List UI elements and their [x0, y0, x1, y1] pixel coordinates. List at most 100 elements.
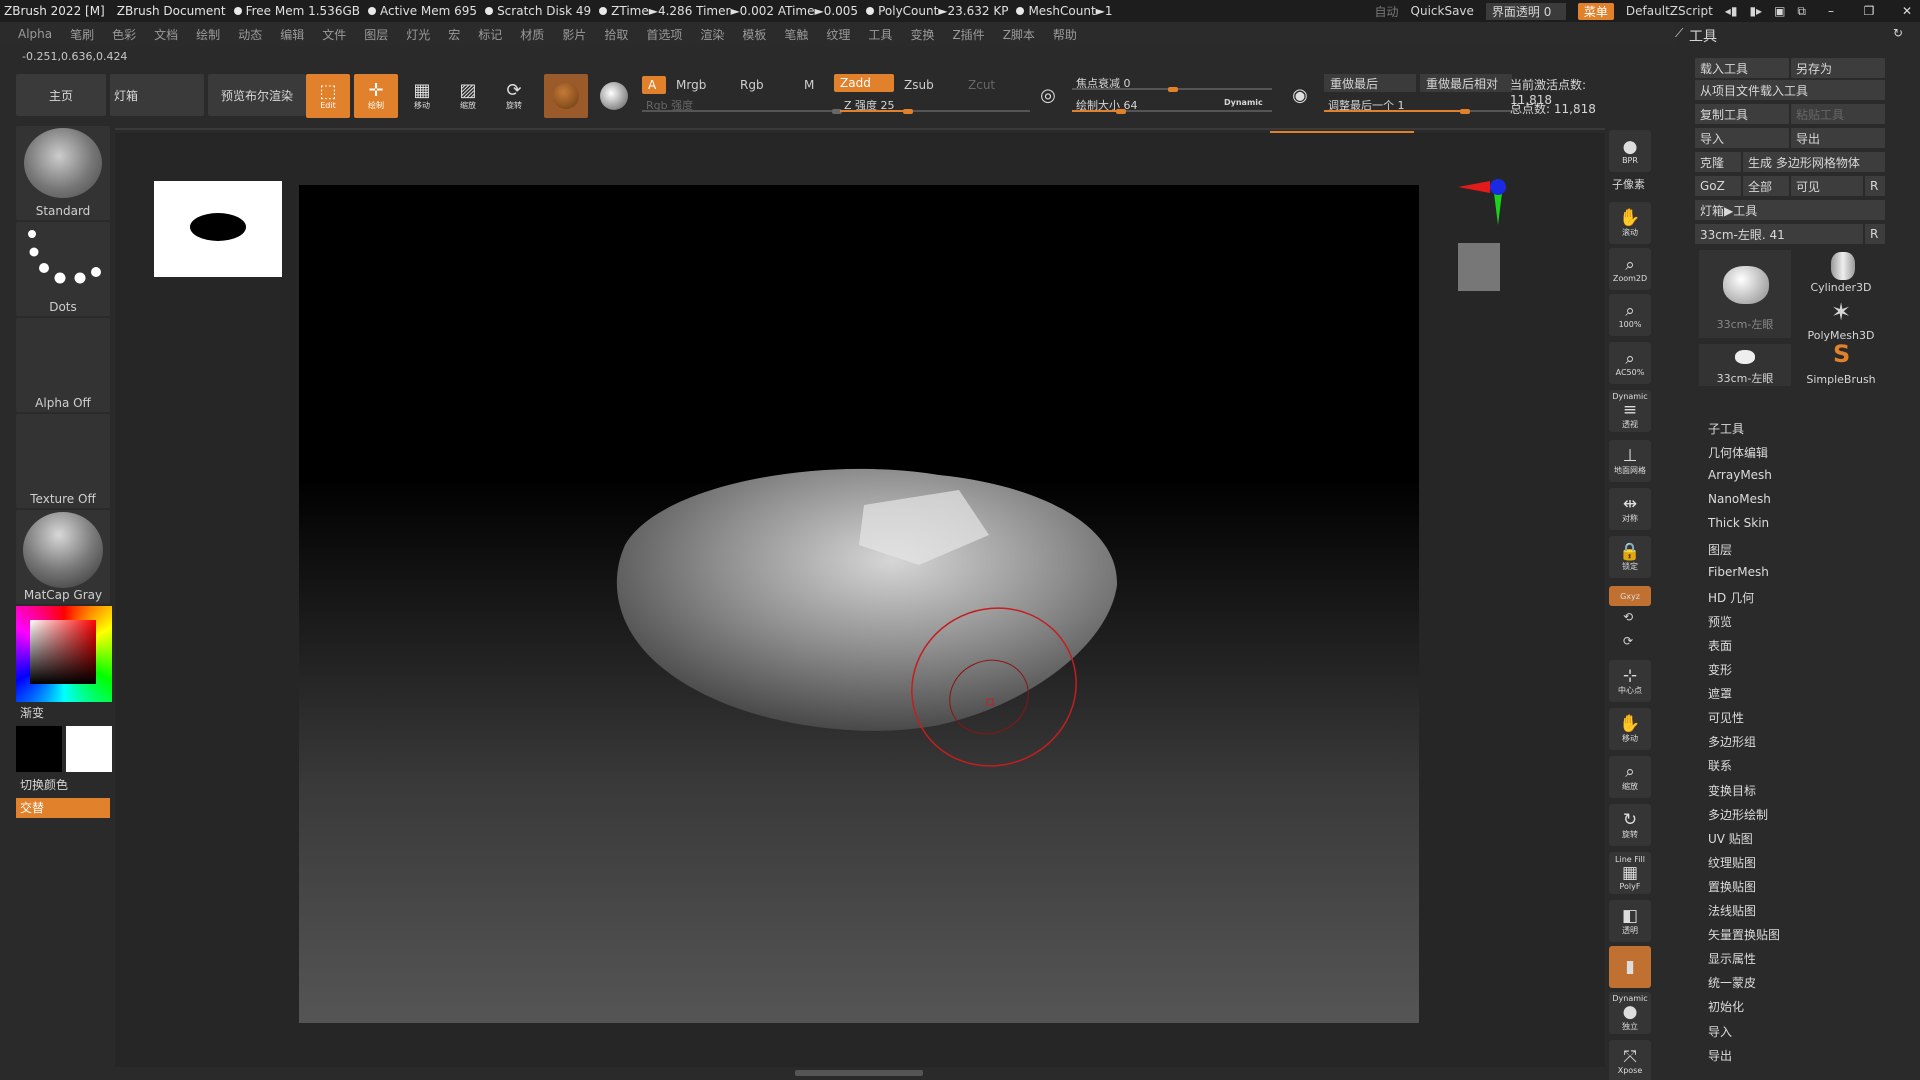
tab-bpr[interactable]: 预览布尔渲染	[208, 74, 306, 116]
gyro-button[interactable]	[592, 74, 636, 118]
stroke-selector[interactable]: Dots	[16, 222, 110, 316]
tool-subpalette-item[interactable]: 置换贴图	[1708, 878, 1756, 895]
zoom2d-button[interactable]: ⌕ Zoom2D	[1609, 248, 1651, 290]
primary-color-swatch[interactable]	[16, 726, 62, 772]
tool-subpalette-item[interactable]: 纹理贴图	[1708, 854, 1756, 871]
perspective-button[interactable]: Dynamic ≡ 透视	[1609, 390, 1651, 432]
tool-subpalette-item[interactable]: 变换目标	[1708, 782, 1756, 799]
menu-item[interactable]: 色彩	[112, 26, 136, 43]
paste-tool-button[interactable]: 粘贴工具	[1791, 104, 1885, 124]
focal-shift-slider[interactable]: 焦点衰减 0	[1072, 74, 1272, 92]
rotate-button[interactable]: ⟳ 旋转	[492, 74, 536, 118]
tool-subpalette-item[interactable]: UV 贴图	[1708, 830, 1753, 847]
menu-item[interactable]: 动态	[238, 26, 262, 43]
export-button[interactable]: 导出	[1791, 128, 1885, 148]
mrgb-button[interactable]: Mrgb	[670, 76, 730, 94]
tool-subpalette-item[interactable]: 矢量置换贴图	[1708, 926, 1780, 943]
menu-item[interactable]: 笔触	[784, 26, 808, 43]
floor-button[interactable]: ⊥ 地面网格	[1609, 440, 1651, 482]
menu-item[interactable]: 首选项	[646, 26, 682, 43]
tool-subpalette-item[interactable]: 显示属性	[1708, 950, 1756, 967]
quicksave-button[interactable]: QuickSave	[1411, 4, 1474, 18]
menu-item[interactable]: 渲染	[700, 26, 724, 43]
replay-last-button[interactable]: 重做最后	[1324, 74, 1416, 92]
tool-thumb-33cm-left-eye-2[interactable]: 33cm-左眼	[1699, 344, 1791, 386]
menu-item[interactable]: 宏	[448, 26, 460, 43]
menu-toggle-button[interactable]: 菜单	[1577, 2, 1614, 20]
tool-panel-pin-icon[interactable]: ⟋	[1675, 26, 1683, 41]
layout-toggle-icon[interactable]: ▣	[1774, 4, 1785, 18]
scale-button[interactable]: ▨ 缩放	[446, 74, 490, 118]
z-intensity-slider[interactable]: Z 强度 25	[840, 96, 1030, 114]
tool-subpalette-item[interactable]: 统一蒙皮	[1708, 974, 1756, 991]
edit-button[interactable]: ⬚ Edit	[306, 74, 350, 118]
menu-item[interactable]: 灯光	[406, 26, 430, 43]
restore-icon[interactable]: ❐	[1856, 4, 1882, 18]
menu-item[interactable]: 笔刷	[70, 26, 94, 43]
menu-item[interactable]: 编辑	[280, 26, 304, 43]
ghost-button[interactable]: ▮	[1609, 946, 1651, 988]
menu-item[interactable]: Alpha	[18, 27, 52, 41]
bottom-scroll-handle[interactable]	[795, 1070, 923, 1076]
subpixel-label[interactable]: 子像素	[1612, 176, 1645, 192]
actual-size-button[interactable]: ⌕ 100%	[1609, 294, 1651, 336]
rotate-view-button[interactable]: ↻ 旋转	[1609, 804, 1651, 846]
script-name[interactable]: DefaultZScript	[1626, 4, 1713, 18]
replay-last-rel-button[interactable]: 重做最后相对	[1420, 74, 1512, 92]
goz-button[interactable]: GoZ	[1695, 176, 1741, 196]
material-selector[interactable]: MatCap Gray	[16, 510, 110, 604]
tool-subpalette-item[interactable]: 子工具	[1708, 420, 1744, 437]
rotate-axis-icon[interactable]: ⟲	[1623, 610, 1633, 624]
move-view-button[interactable]: ✋ 移动	[1609, 708, 1651, 750]
tool-subpalette-item[interactable]: 导入	[1708, 1023, 1732, 1040]
import-button[interactable]: 导入	[1695, 128, 1789, 148]
goz-visible-button[interactable]: 可见	[1791, 176, 1863, 196]
goz-all-button[interactable]: 全部	[1743, 176, 1789, 196]
transparency-button[interactable]: ◧ 透明	[1609, 900, 1651, 942]
tool-subpalette-item[interactable]: 图层	[1708, 541, 1732, 558]
goz-r-button[interactable]: R	[1865, 176, 1885, 196]
menu-item[interactable]: 文件	[322, 26, 346, 43]
gxyz-button[interactable]: Gxyz	[1609, 586, 1651, 606]
navigation-gizmo[interactable]	[1450, 173, 1540, 293]
menu-item[interactable]: 标记	[478, 26, 502, 43]
ac50-button[interactable]: ⌕ AC50%	[1609, 342, 1651, 384]
brush-selector[interactable]: Standard	[16, 126, 110, 220]
tool-subpalette-item[interactable]: 几何体编辑	[1708, 444, 1768, 461]
move-button[interactable]: ▦ 移动	[400, 74, 444, 118]
rgb-intensity-slider[interactable]: Rgb 强度	[642, 96, 842, 114]
xpose-button[interactable]: ⤧ Xpose	[1609, 1040, 1651, 1080]
minimize-icon[interactable]: –	[1818, 4, 1844, 18]
layout-next-icon[interactable]: ▮▸	[1749, 4, 1762, 18]
menu-item[interactable]: 纹理	[826, 26, 850, 43]
frame-button[interactable]: ⊹ 中心点	[1609, 660, 1651, 702]
texture-selector[interactable]: Texture Off	[16, 414, 110, 508]
tool-subpalette-item[interactable]: 预览	[1708, 613, 1732, 630]
menu-item[interactable]: 模板	[742, 26, 766, 43]
dynamic-size-button[interactable]: ◉	[1278, 74, 1322, 118]
color-picker-square[interactable]	[30, 620, 96, 684]
layout-swap-icon[interactable]: ⧉	[1797, 4, 1806, 19]
tool-thumb-simplebrush[interactable]: S SimpleBrush	[1795, 340, 1887, 386]
tool-subpalette-item[interactable]: 导出	[1708, 1047, 1732, 1064]
tool-subpalette-item[interactable]: 法线贴图	[1708, 902, 1756, 919]
close-icon[interactable]: ✕	[1894, 4, 1920, 18]
save-as-button[interactable]: 另存为	[1791, 58, 1885, 78]
tool-subpalette-item[interactable]: 多边形绘制	[1708, 806, 1768, 823]
layout-prev-icon[interactable]: ◂▮	[1725, 4, 1738, 18]
solo-button[interactable]: Dynamic ● 独立	[1609, 992, 1651, 1034]
rgb-button[interactable]: Rgb	[734, 76, 794, 94]
symmetry-button[interactable]: ⇹ 对称	[1609, 488, 1651, 530]
menu-item[interactable]: 文档	[154, 26, 178, 43]
tool-subpalette-item[interactable]: 多边形组	[1708, 733, 1756, 750]
copy-tool-button[interactable]: 复制工具	[1695, 104, 1789, 124]
tool-subpalette-item[interactable]: HD 几何	[1708, 589, 1754, 606]
draw-button[interactable]: ✛ 绘制	[354, 74, 398, 118]
secondary-color-swatch[interactable]	[66, 726, 112, 772]
alternate-button[interactable]: 交替	[16, 798, 110, 818]
lightbox-tools-button[interactable]: 灯箱▶工具	[1695, 200, 1885, 220]
bpr-button[interactable]: ● BPR	[1609, 130, 1651, 172]
ui-transparency-slider[interactable]: 界面透明 0	[1485, 2, 1566, 20]
tool-subpalette-item[interactable]: 初始化	[1708, 998, 1744, 1015]
tool-thumb-cylinder3d[interactable]: Cylinder3D	[1795, 250, 1887, 294]
